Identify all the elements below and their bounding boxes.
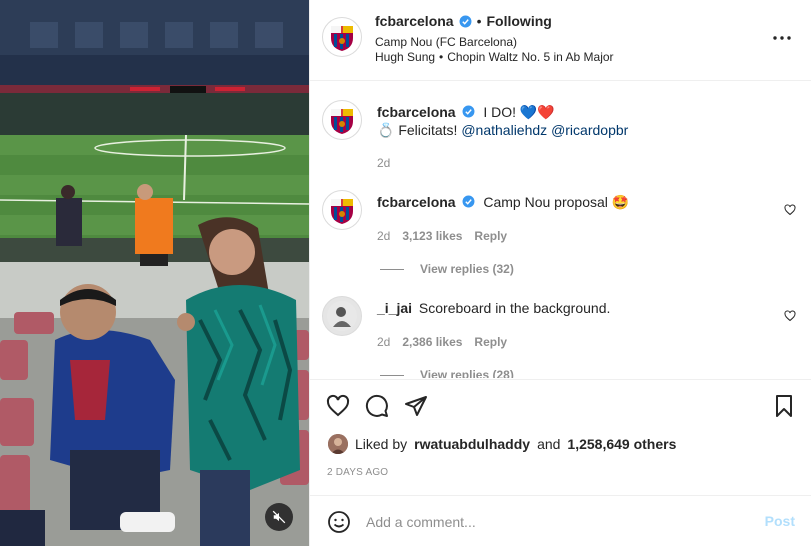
commenter-avatar[interactable]: [322, 296, 362, 336]
comment-like-heart-icon[interactable]: [784, 310, 796, 322]
comments-list[interactable]: fcbarcelona I DO! 💙❤️ 💍 Felicitats! @nat…: [310, 82, 811, 378]
mention-link[interactable]: @nathaliehdz: [461, 122, 547, 138]
view-replies-label: View replies (32): [420, 262, 514, 276]
bookmark-icon[interactable]: [772, 394, 796, 418]
fcb-crest-icon: [331, 26, 353, 51]
liked-by-prefix: Liked by: [355, 436, 408, 452]
liked-by-conjunction: and: [537, 436, 561, 452]
caption-time[interactable]: 2d: [377, 156, 390, 170]
comment-meta: 2d 2,386 likes Reply: [377, 335, 507, 349]
view-replies-button[interactable]: View replies (32): [380, 262, 514, 276]
caption-avatar[interactable]: [322, 100, 362, 140]
following-button[interactable]: Following: [487, 13, 552, 29]
caption-text: I DO! 💙❤️: [483, 104, 555, 120]
audio-separator: •: [439, 50, 444, 64]
verified-badge-icon: [459, 15, 472, 27]
commenter-avatar[interactable]: [322, 190, 362, 230]
replies-line: [380, 268, 404, 270]
audio-title: Chopin Waltz No. 5 in Ab Major: [447, 50, 614, 64]
comment-time[interactable]: 2d: [377, 229, 390, 243]
audio-link[interactable]: Hugh Sung • Chopin Waltz No. 5 in Ab Maj…: [375, 50, 614, 64]
comment-time[interactable]: 2d: [377, 335, 390, 349]
heart-icon[interactable]: [326, 394, 350, 418]
post-dialog: fcbarcelona • Following Camp Nou (FC Bar…: [0, 0, 811, 546]
replies-line: [380, 374, 404, 376]
post-actions: Liked by rwatuabdulhaddy and 1,258,649 o…: [310, 379, 811, 478]
smiley-icon[interactable]: [327, 510, 351, 534]
comment-like-heart-icon[interactable]: [784, 204, 796, 216]
comment-likes[interactable]: 3,123 likes: [402, 229, 462, 243]
speaker-muted-icon: [272, 510, 286, 524]
post-video[interactable]: [0, 0, 309, 546]
liker-avatar[interactable]: [328, 434, 348, 454]
comment-text: Scoreboard in the background.: [418, 300, 611, 316]
comment-icon[interactable]: [365, 394, 389, 418]
likes-others-link[interactable]: 1,258,649 others: [567, 436, 676, 452]
audio-artist: Hugh Sung: [375, 50, 436, 64]
commenter-username[interactable]: _i_jai: [377, 300, 412, 316]
caption-username[interactable]: fcbarcelona: [377, 104, 456, 120]
reply-button[interactable]: Reply: [474, 335, 507, 349]
mention-link[interactable]: @ricardopbr: [551, 122, 628, 138]
separator-dot: •: [476, 13, 482, 29]
verified-badge-icon: [463, 105, 475, 118]
user-photo-icon: [328, 434, 348, 454]
comment-input[interactable]: [366, 511, 746, 533]
post-button[interactable]: Post: [765, 513, 795, 529]
video-frame: [0, 0, 309, 546]
caption-meta: 2d: [377, 156, 390, 170]
liker-username[interactable]: rwatuabdulhaddy: [414, 436, 530, 452]
post-header: fcbarcelona • Following Camp Nou (FC Bar…: [310, 0, 811, 81]
post-timestamp[interactable]: 2 DAYS AGO: [327, 467, 388, 478]
reply-button[interactable]: Reply: [474, 229, 507, 243]
author-avatar[interactable]: [322, 17, 362, 57]
verified-badge-icon: [463, 195, 475, 208]
comment-likes[interactable]: 2,386 likes: [402, 335, 462, 349]
comment-text: Camp Nou proposal 🤩: [483, 194, 630, 210]
more-options-icon[interactable]: [770, 26, 794, 50]
user-photo-icon: [327, 301, 357, 331]
post-side-panel: fcbarcelona • Following Camp Nou (FC Bar…: [309, 0, 811, 546]
caption-line2: 💍 Felicitats!: [377, 122, 458, 138]
likes-summary: Liked by rwatuabdulhaddy and 1,258,649 o…: [328, 434, 676, 454]
commenter-username[interactable]: fcbarcelona: [377, 194, 456, 210]
view-replies-button[interactable]: View replies (28): [380, 368, 514, 378]
author-username[interactable]: fcbarcelona: [375, 13, 454, 29]
comment-meta: 2d 3,123 likes Reply: [377, 229, 507, 243]
mute-button[interactable]: [265, 503, 293, 531]
add-comment-bar: Post: [310, 495, 811, 546]
view-replies-label: View replies (28): [420, 368, 514, 378]
fcb-crest-icon: [331, 199, 353, 224]
fcb-crest-icon: [331, 109, 353, 134]
paper-plane-icon[interactable]: [404, 394, 428, 418]
location-link[interactable]: Camp Nou (FC Barcelona): [375, 35, 517, 49]
